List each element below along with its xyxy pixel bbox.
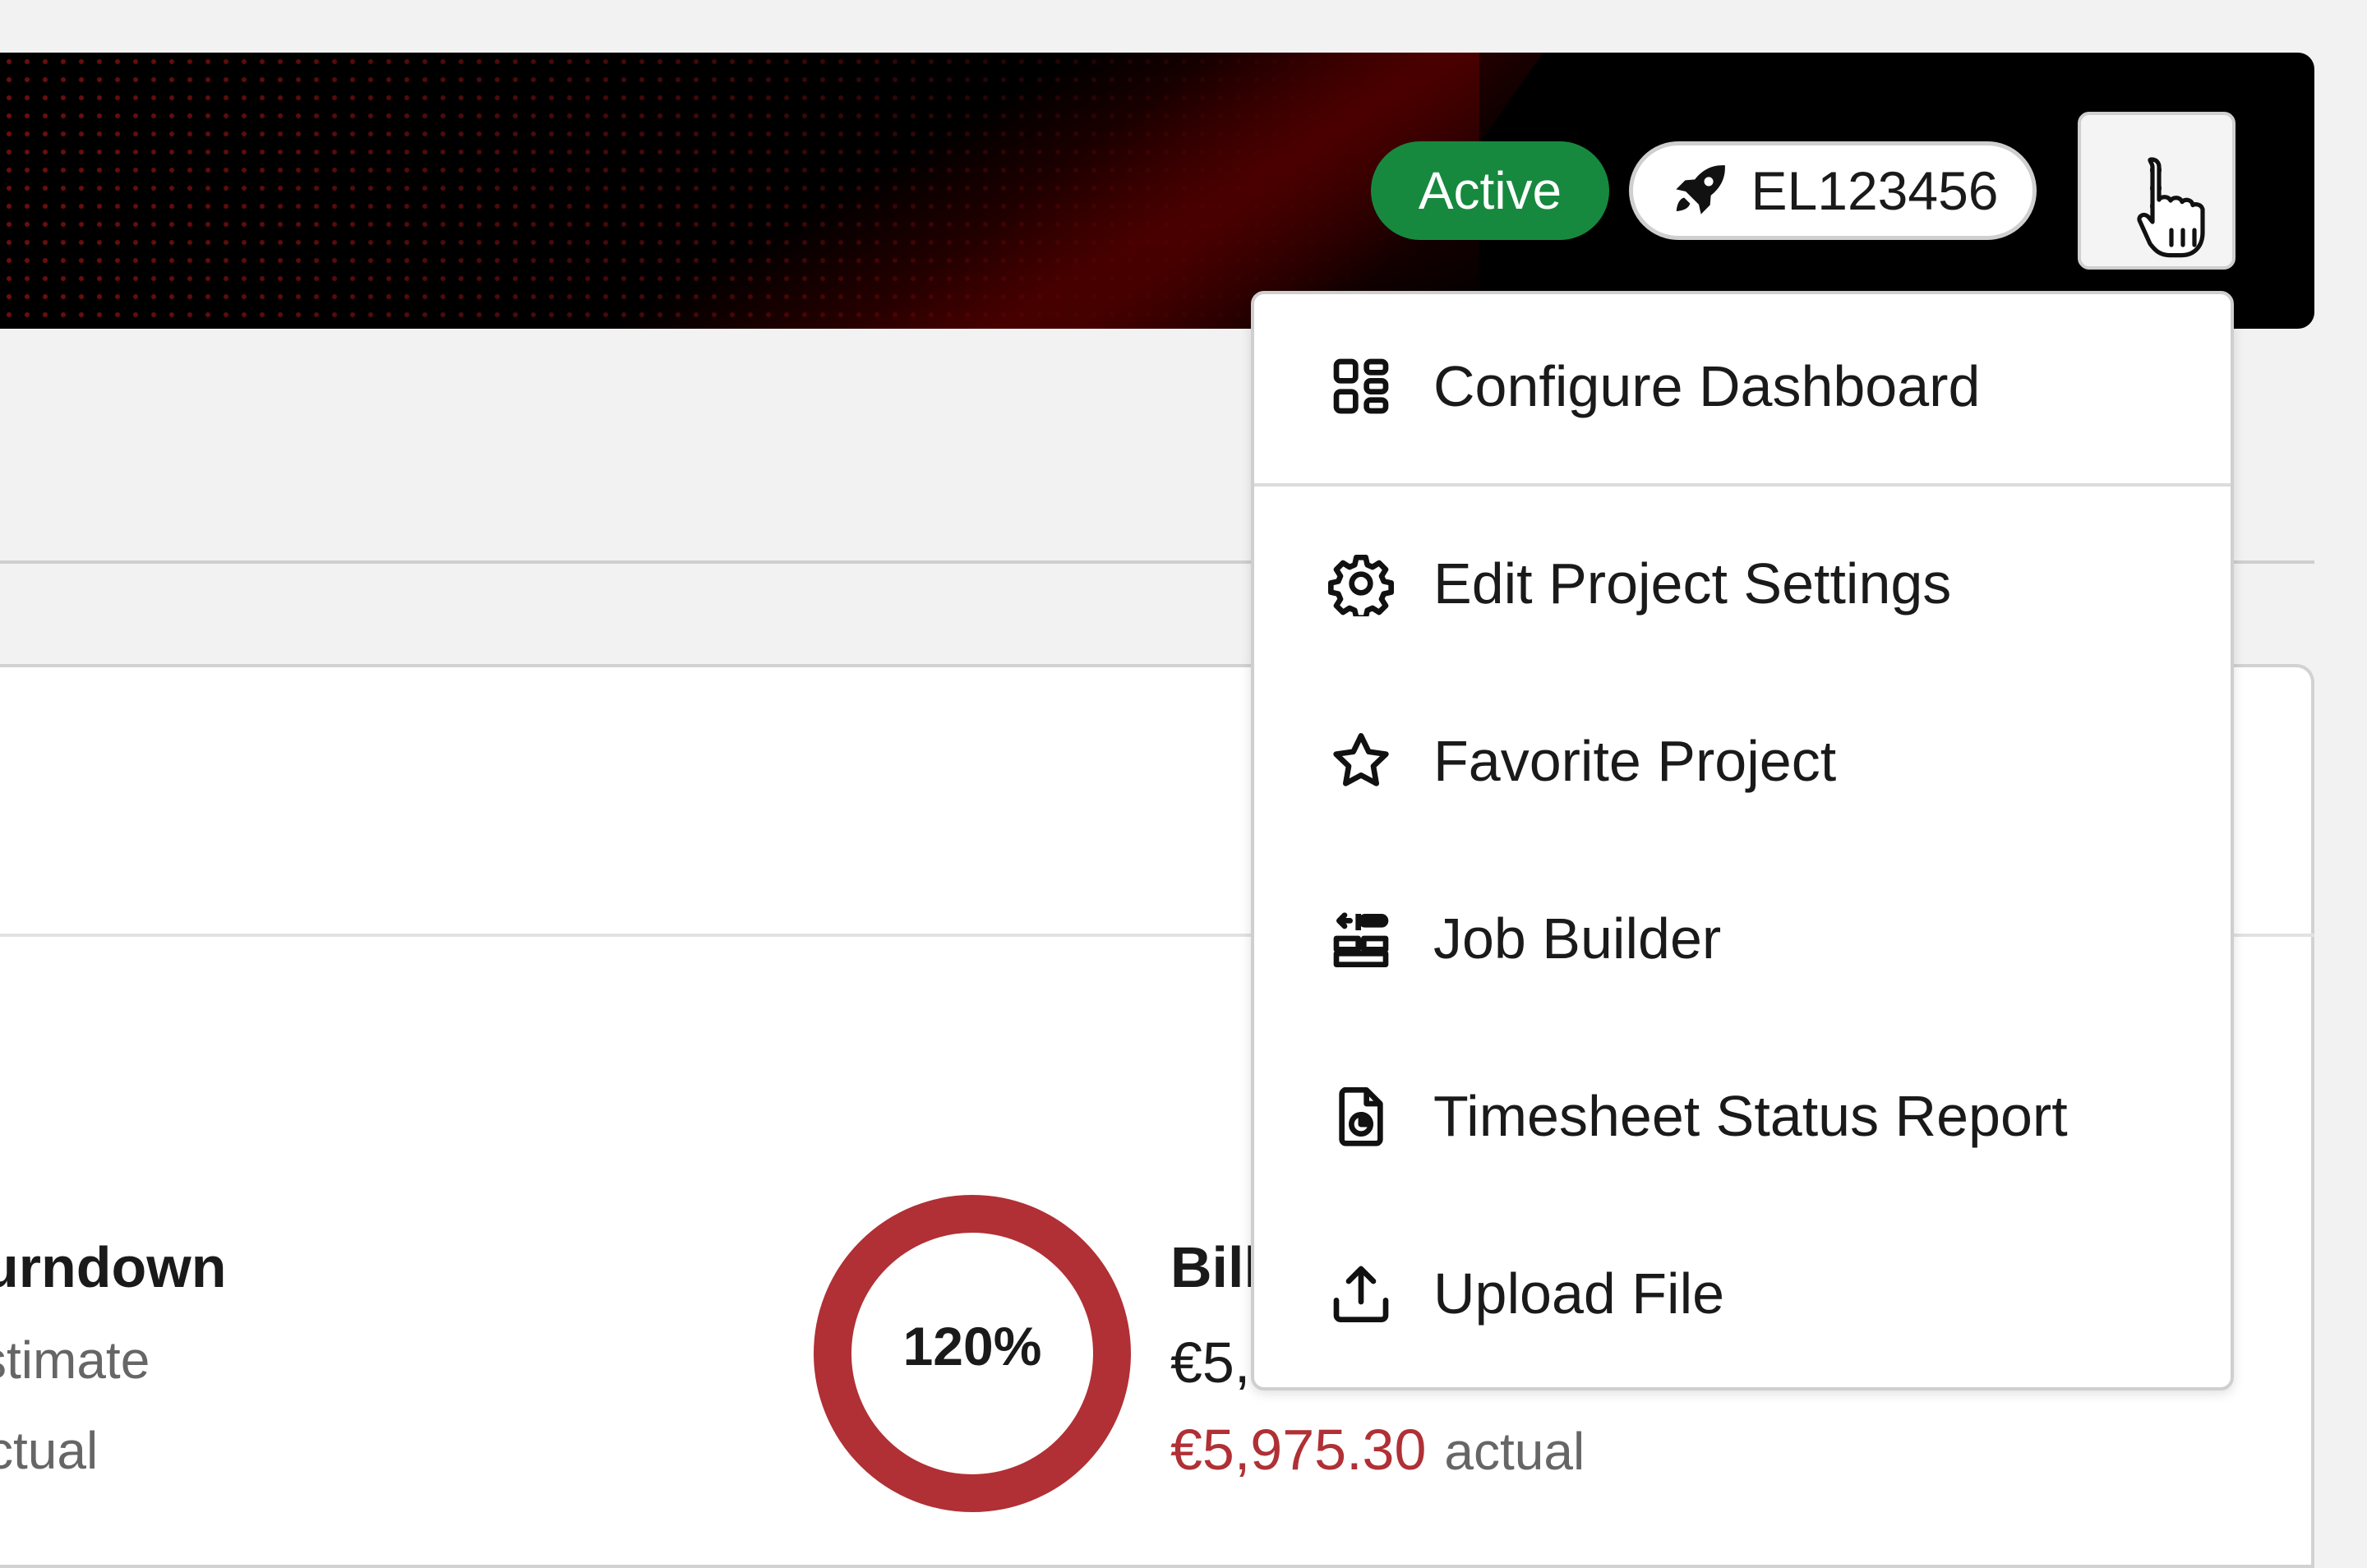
project-actions-menu: Configure Dashboard Edit Project Setting… bbox=[1251, 291, 2234, 1390]
menu-item-edit-project-settings[interactable]: Edit Project Settings bbox=[1254, 510, 2231, 657]
billing-actual-label: actual bbox=[1444, 1422, 1585, 1481]
gear-icon bbox=[1328, 555, 1394, 616]
menu-item-label: Favorite Project bbox=[1433, 729, 1837, 793]
hand-pointer-cursor-icon bbox=[2137, 157, 2205, 258]
job-builder-icon bbox=[1333, 912, 1389, 967]
billing-title: Bill bbox=[1170, 1235, 1260, 1299]
menu-item-label: Upload File bbox=[1433, 1261, 1725, 1326]
billing-actual: €5,975.30 actual bbox=[1170, 1417, 1585, 1483]
rocket-icon bbox=[1675, 165, 1725, 214]
menu-item-label: Edit Project Settings bbox=[1433, 551, 1952, 616]
menu-item-label: Job Builder bbox=[1433, 906, 1722, 971]
progress-percent: 120% bbox=[902, 1316, 1042, 1377]
menu-item-timesheet-status-report[interactable]: Timesheet Status Report bbox=[1254, 1042, 2231, 1190]
burndown-actual-label: ctual bbox=[0, 1421, 99, 1480]
project-code: EL123456 bbox=[1751, 160, 1999, 221]
dashboard-layout-icon bbox=[1333, 358, 1389, 414]
report-file-icon bbox=[1339, 1087, 1383, 1146]
burndown-title: urndown bbox=[0, 1235, 227, 1299]
menu-item-upload-file[interactable]: Upload File bbox=[1254, 1220, 2231, 1367]
project-code-badge: EL123456 bbox=[1629, 141, 2037, 240]
menu-item-favorite-project[interactable]: Favorite Project bbox=[1254, 687, 2231, 835]
billing-estimate-value: €5, bbox=[1170, 1330, 1251, 1395]
menu-item-job-builder[interactable]: Job Builder bbox=[1254, 865, 2231, 1012]
menu-item-label: Timesheet Status Report bbox=[1433, 1084, 2068, 1148]
star-icon bbox=[1333, 733, 1389, 786]
menu-item-label: Configure Dashboard bbox=[1433, 354, 1981, 418]
menu-item-configure-dashboard[interactable]: Configure Dashboard bbox=[1254, 312, 2231, 460]
burndown-estimate-label: stimate bbox=[0, 1330, 150, 1390]
upload-icon bbox=[1333, 1266, 1389, 1322]
status-badge: Active bbox=[1371, 141, 1609, 240]
billing-actual-value: €5,975.30 bbox=[1170, 1418, 1427, 1482]
menu-separator bbox=[1254, 483, 2231, 487]
